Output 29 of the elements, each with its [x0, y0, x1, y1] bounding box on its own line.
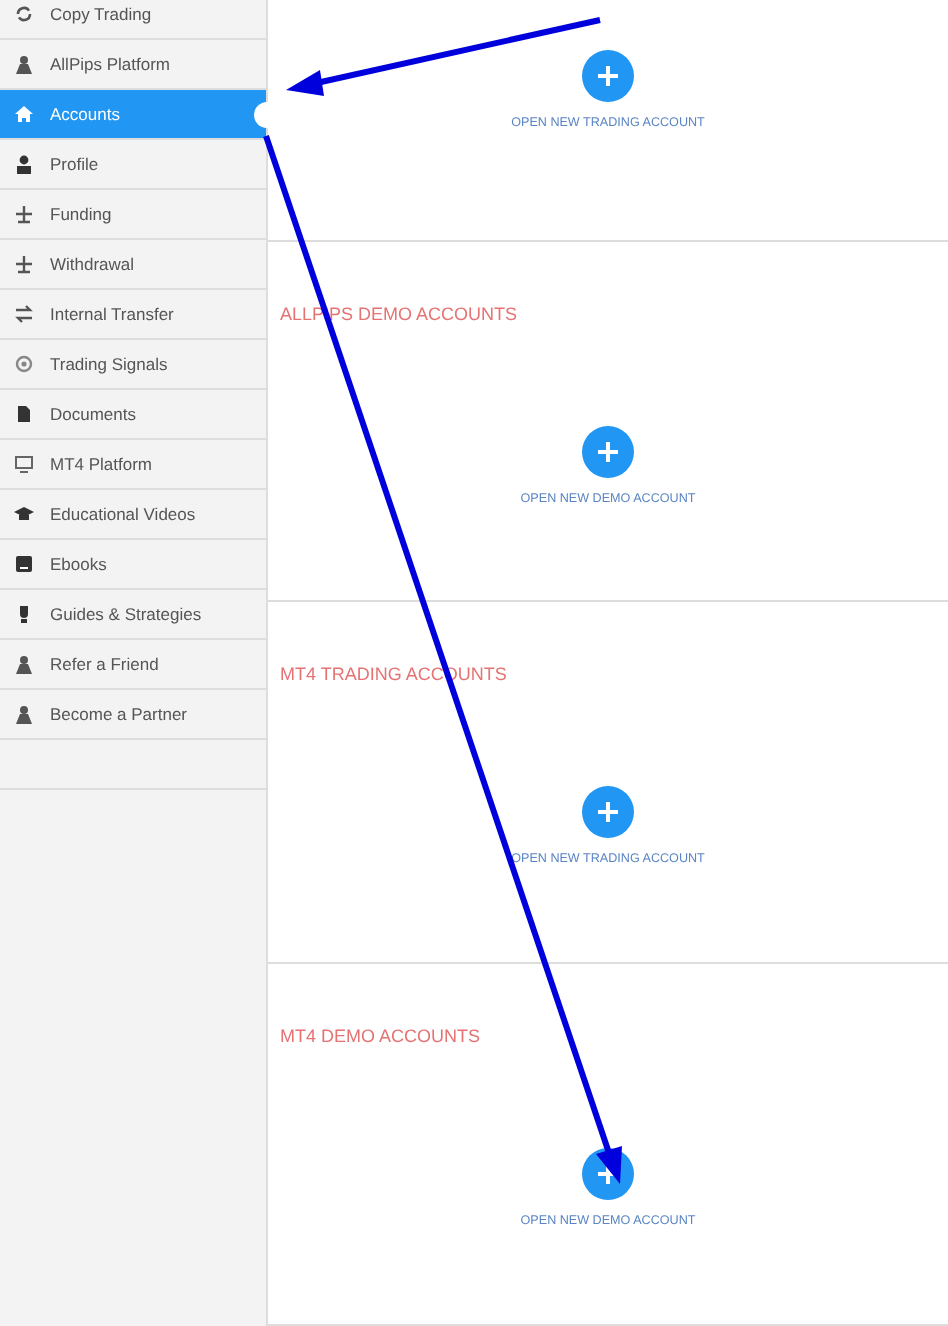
graduation-cap-icon [14, 504, 34, 524]
refresh-icon [14, 4, 34, 24]
sidebar-item[interactable]: Become a Partner [0, 690, 266, 740]
sidebar-item[interactable]: Trading Signals [0, 340, 266, 390]
person-icon [14, 704, 34, 724]
section-title: MT4 DEMO ACCOUNTS [280, 1024, 483, 1049]
sidebar-item[interactable]: Refer a Friend [0, 640, 266, 690]
person-icon [14, 154, 34, 174]
sidebar-item[interactable]: Copy Trading [0, 0, 266, 40]
plus-icon [596, 800, 620, 825]
sidebar-item[interactable]: Ebooks [0, 540, 266, 590]
monitor-icon [14, 454, 34, 474]
sidebar-item[interactable]: Educational Videos [0, 490, 266, 540]
plus-icon [596, 64, 620, 88]
plus-icon [596, 439, 620, 464]
sidebar-item[interactable]: Funding [0, 190, 266, 240]
transfer-icon [14, 304, 34, 324]
sidebar-item[interactable]: MT4 Platform [0, 440, 266, 490]
person-icon [14, 54, 34, 74]
document-icon [14, 404, 34, 424]
person-icon [14, 654, 34, 674]
signal-icon [14, 354, 34, 374]
sidebar-item[interactable]: Guides & Strategies [0, 590, 266, 640]
sidebar-item[interactable]: Profile [0, 140, 266, 190]
sidebar-item[interactable]: Documents [0, 390, 266, 440]
book-icon [14, 554, 34, 574]
sidebar-item[interactable]: Internal Transfer [0, 290, 266, 340]
home-icon [14, 104, 34, 124]
sidebar-item[interactable]: Withdrawal [0, 240, 266, 290]
